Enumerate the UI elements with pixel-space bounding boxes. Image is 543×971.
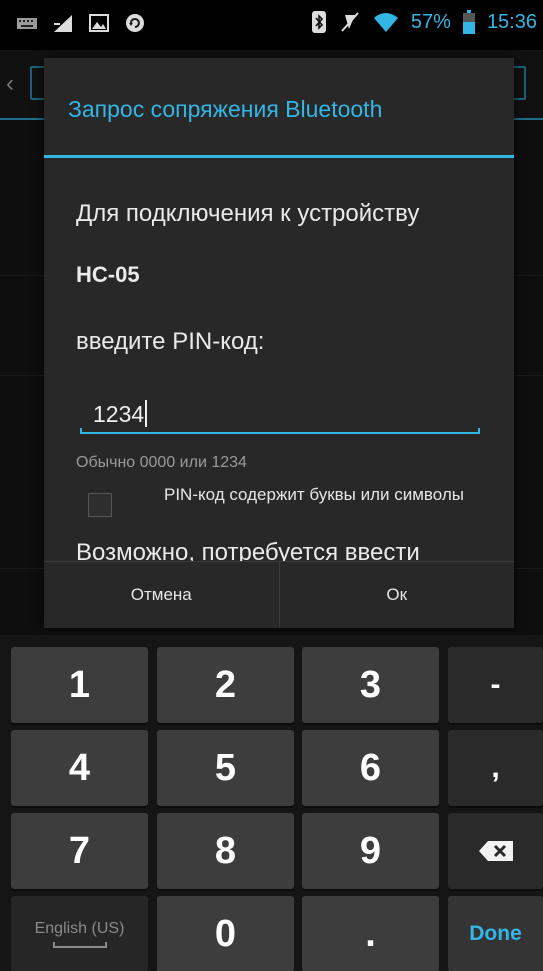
key-3[interactable]: 3 [302,647,439,723]
backspace-icon [478,841,513,861]
mute-icon [339,11,361,33]
language-label: English (US) [34,920,125,937]
numeric-keyboard: 1 2 3 - 4 5 6 , 7 8 9 English (US) 0 . D… [0,635,543,971]
bluetooth-pairing-dialog: Запрос сопряжения Bluetooth Для подключе… [44,58,514,628]
key-1[interactable]: 1 [11,647,148,723]
wifi-icon [373,11,399,33]
clock: 15:36 [486,10,537,33]
bluetooth-icon [311,10,327,34]
dialog-body[interactable]: Для подключения к устройству HC-05 введи… [44,158,514,561]
pairing-message: Для подключения к устройству [76,200,420,227]
battery-icon [462,10,475,34]
status-bar: 57% 15:36 [0,0,543,50]
ok-button[interactable]: Ок [278,562,515,628]
pin-underline [80,432,480,434]
signal-icon [52,12,74,34]
key-7[interactable]: 7 [11,813,148,889]
backspace-key[interactable] [448,813,543,889]
key-0[interactable]: 0 [157,896,294,971]
spacebar-icon [52,942,107,948]
key-9[interactable]: 9 [302,813,439,889]
key-8[interactable]: 8 [157,813,294,889]
key-dot[interactable]: . [302,896,439,971]
dialog-title: Запрос сопряжения Bluetooth [68,96,383,122]
key-dash[interactable]: - [448,647,543,723]
done-key[interactable]: Done [448,896,543,971]
pin-value: 1234 [93,401,145,427]
dialog-button-bar: Отмена Ок [44,561,514,628]
text-cursor [145,400,148,427]
pin-hint: Обычно 0000 или 1234 [76,454,247,471]
key-2[interactable]: 2 [157,647,294,723]
alphanumeric-pin-checkbox[interactable] [88,493,112,517]
pin-input[interactable]: 1234 [80,390,480,434]
key-5[interactable]: 5 [157,730,294,806]
back-chevron-icon: ‹ [6,70,14,97]
additional-message: Возможно, потребуется ввести [76,539,420,561]
keyboard-icon [16,12,38,34]
battery-percent: 57% [410,10,451,33]
key-6[interactable]: 6 [302,730,439,806]
image-icon [88,12,110,34]
key-4[interactable]: 4 [11,730,148,806]
sync-icon [124,12,146,34]
pin-prompt: введите PIN-код: [76,328,265,355]
language-key[interactable]: English (US) [11,896,148,971]
cancel-button[interactable]: Отмена [44,562,279,628]
device-name: HC-05 [76,262,140,287]
checkbox-label[interactable]: PIN-код содержит буквы или символы [144,484,484,506]
key-comma[interactable]: , [448,730,543,806]
